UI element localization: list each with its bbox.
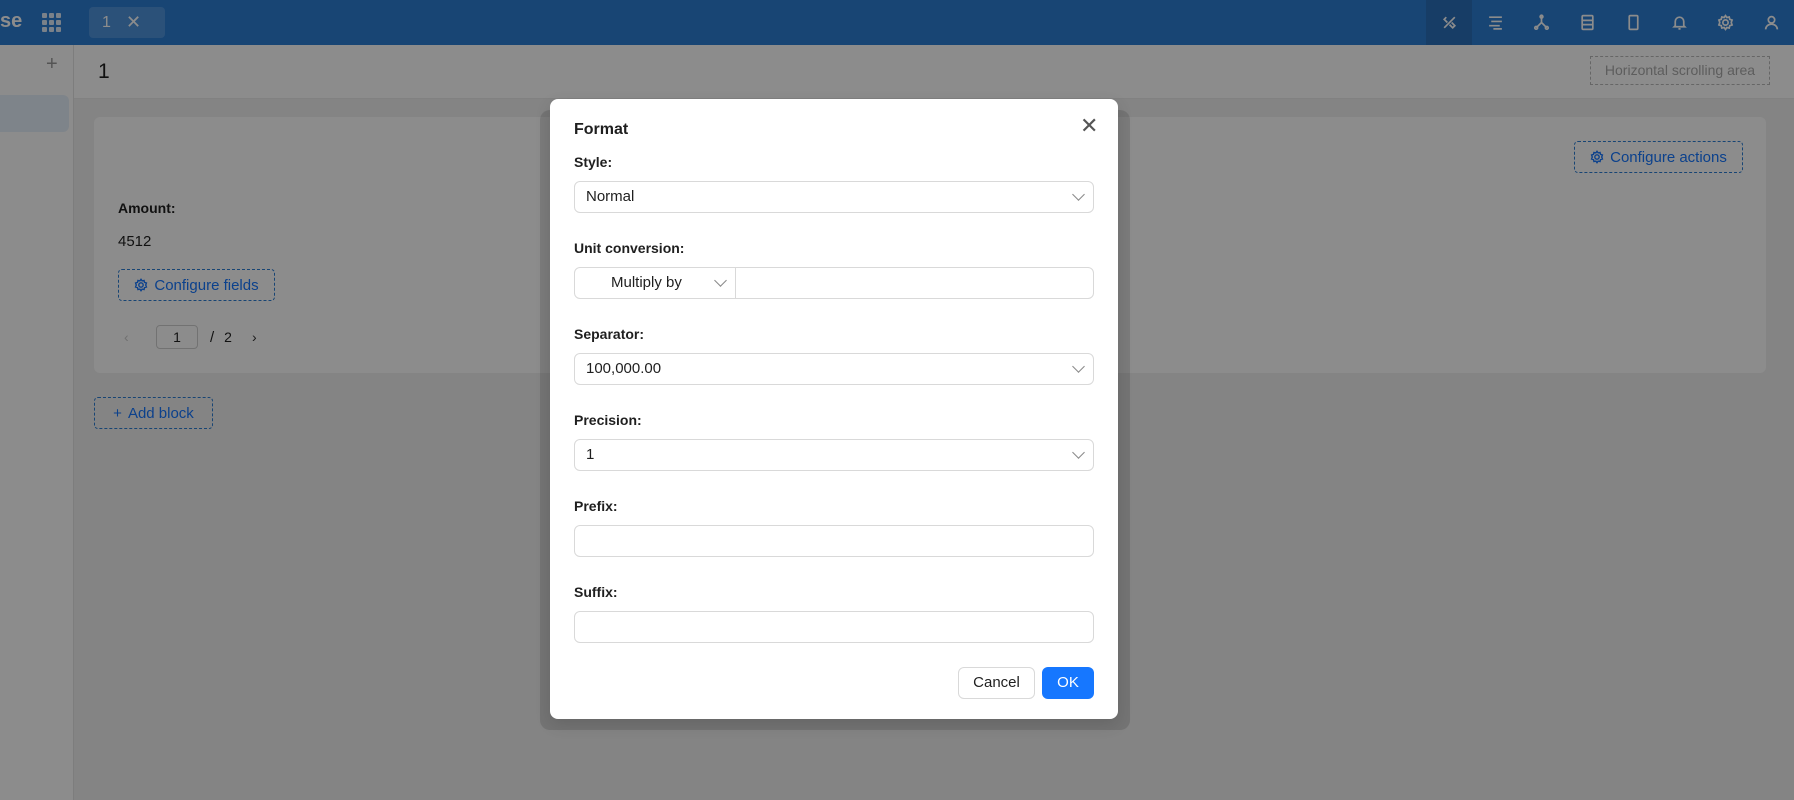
separator-select[interactable]: 100,000.00 [574,353,1094,385]
unit-conversion-label: Unit conversion: [574,240,685,256]
separator-value: 100,000.00 [586,360,662,377]
chevron-down-icon [1072,360,1085,373]
prefix-label: Prefix: [574,498,618,514]
precision-select[interactable]: 1 [574,439,1094,471]
suffix-label: Suffix: [574,584,618,600]
unit-conversion-input[interactable] [735,267,1094,299]
separator-label: Separator: [574,326,645,342]
suffix-input[interactable] [574,611,1094,643]
ok-button[interactable]: OK [1042,667,1094,699]
format-dialog: Format ✕ Style: Normal Unit conversion: … [550,99,1118,719]
cancel-button[interactable]: Cancel [958,667,1035,699]
precision-label: Precision: [574,412,642,428]
style-select[interactable]: Normal [574,181,1094,213]
chevron-down-icon [1072,188,1085,201]
style-value: Normal [586,188,635,205]
precision-value: 1 [586,446,595,463]
close-icon[interactable]: ✕ [1080,115,1098,137]
chevron-down-icon [714,274,727,287]
chevron-down-icon [1072,446,1085,459]
unit-operation-select[interactable]: Multiply by [574,267,736,299]
style-label: Style: [574,154,613,170]
dialog-title: Format [574,121,629,138]
unit-operation-value: Multiply by [611,274,682,291]
unit-conversion-group: Multiply by [574,267,1094,299]
prefix-input[interactable] [574,525,1094,557]
